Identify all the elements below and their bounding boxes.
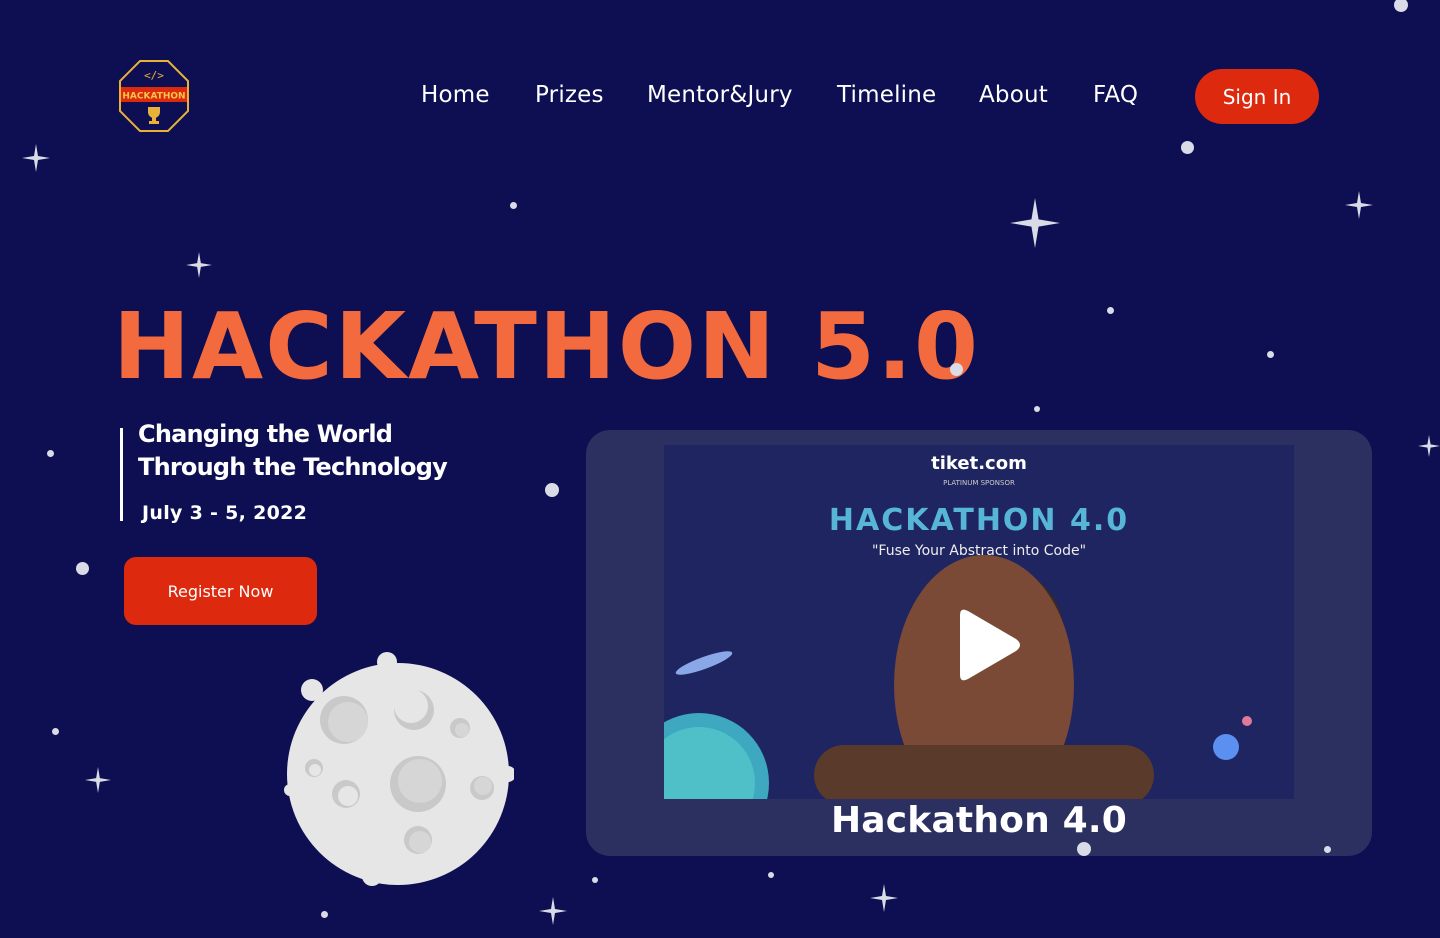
thumb-title: HACKATHON 4.0 (828, 503, 1130, 538)
sparkle-icon (85, 767, 111, 793)
hackathon-logo[interactable]: </> HACKATHON (118, 59, 190, 133)
sparkle-icon (22, 144, 50, 172)
sparkle-icon (870, 884, 898, 912)
video-caption: Hackathon 4.0 (830, 800, 1128, 841)
sparkle-icon (186, 252, 212, 278)
star-dot (545, 483, 559, 497)
nav-about[interactable]: About (979, 82, 1048, 108)
star-dot (76, 562, 89, 575)
tagline-divider (120, 428, 123, 521)
star-dot (1394, 0, 1408, 12)
star-dot (510, 202, 517, 209)
star-dot (1107, 307, 1114, 314)
star-dot (1324, 846, 1331, 853)
video-card[interactable]: tiket.com PLATINUM SPONSOR HACKATHON 4.0… (586, 430, 1372, 856)
star-dot (52, 728, 59, 735)
svg-text:</>: </> (144, 69, 164, 82)
svg-text:HACKATHON: HACKATHON (122, 92, 185, 102)
star-dot (321, 911, 328, 918)
nav-home[interactable]: Home (421, 82, 490, 108)
sparkle-icon (1418, 435, 1440, 457)
nav-faq[interactable]: FAQ (1093, 82, 1138, 108)
moon-illustration (284, 652, 514, 886)
nav-timeline[interactable]: Timeline (837, 82, 936, 108)
hero-tagline: Changing the World Through the Technolog… (138, 420, 448, 481)
star-dot (1267, 351, 1274, 358)
sponsor-tag: PLATINUM SPONSOR (943, 479, 1015, 487)
star-dot (1077, 842, 1091, 856)
event-dates: July 3 - 5, 2022 (142, 502, 308, 524)
sparkle-icon (1010, 198, 1060, 248)
star-dot (768, 872, 774, 878)
nav-prizes[interactable]: Prizes (535, 82, 604, 108)
sponsor-logo: tiket.com (931, 453, 1027, 474)
nav-mentor-jury[interactable]: Mentor&Jury (647, 82, 793, 108)
play-icon[interactable] (952, 607, 1022, 683)
star-dot (47, 450, 54, 457)
sparkle-icon (1345, 191, 1373, 219)
star-dot (1034, 406, 1040, 412)
sparkle-icon (539, 897, 567, 925)
sign-in-button[interactable]: Sign In (1195, 69, 1319, 124)
register-now-button[interactable]: Register Now (124, 557, 317, 625)
thumb-subtitle: "Fuse Your Abstract into Code" (871, 543, 1087, 559)
hero-title: HACKATHON 5.0 (113, 293, 981, 400)
star-dot (1181, 141, 1194, 154)
star-dot (950, 363, 963, 376)
star-dot (592, 877, 598, 883)
